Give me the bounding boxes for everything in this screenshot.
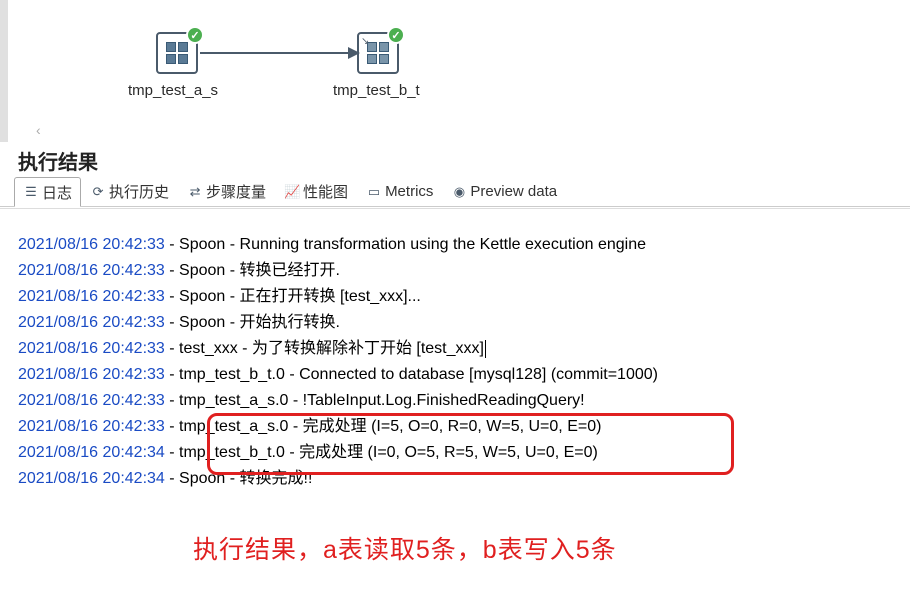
log-line: 2021/08/16 20:42:33 - tmp_test_a_s.0 - !… — [18, 388, 892, 414]
tab-label: 步骤度量 — [206, 181, 266, 202]
tab-step-metrics[interactable]: ⇄ 步骤度量 — [178, 177, 275, 206]
history-icon: ⟳ — [90, 184, 106, 200]
log-output[interactable]: 2021/08/16 20:42:33 - Spoon - Running tr… — [0, 230, 910, 494]
hop-line[interactable] — [200, 52, 355, 54]
log-toolbar — [0, 208, 910, 230]
tab-log[interactable]: ☰ 日志 — [14, 177, 81, 207]
log-line: 2021/08/16 20:42:33 - test_xxx - 为了转换解除补… — [18, 336, 892, 362]
annotation-text: 执行结果，a表读取5条，b表写入5条 — [193, 530, 617, 566]
hop-arrow-icon — [348, 47, 360, 59]
scroll-left-icon[interactable]: ‹ — [36, 122, 41, 138]
table-input-icon — [166, 42, 188, 64]
tab-label: Preview data — [470, 183, 557, 200]
log-line: 2021/08/16 20:42:34 - Spoon - 转换完成!! — [18, 466, 892, 492]
perf-chart-icon: 📈 — [284, 184, 300, 200]
log-line: 2021/08/16 20:42:33 - Spoon - 转换已经打开. — [18, 258, 892, 284]
step-metrics-icon: ⇄ — [187, 184, 203, 200]
transformation-canvas[interactable]: ✓ ↘ ✓ tmp_test_a_s tmp_test_b_t ‹ — [0, 0, 910, 142]
metrics-icon: ▭ — [366, 184, 382, 200]
preview-icon: ◉ — [451, 184, 467, 200]
text-cursor — [485, 340, 486, 358]
tab-performance[interactable]: 📈 性能图 — [275, 177, 357, 206]
success-badge-icon: ✓ — [186, 26, 204, 44]
tab-label: 日志 — [42, 182, 72, 203]
input-arrow-icon: ↘ — [361, 36, 369, 47]
tab-preview-data[interactable]: ◉ Preview data — [442, 177, 566, 206]
tab-metrics[interactable]: ▭ Metrics — [357, 177, 442, 206]
log-line: 2021/08/16 20:42:33 - Spoon - 开始执行转换. — [18, 310, 892, 336]
step-node-source[interactable]: ✓ — [156, 32, 198, 74]
tab-history[interactable]: ⟳ 执行历史 — [81, 177, 178, 206]
results-panel-title: 执行结果 — [0, 142, 910, 177]
tab-label: 执行历史 — [109, 181, 169, 202]
tab-label: Metrics — [385, 183, 433, 200]
log-line: 2021/08/16 20:42:33 - tmp_test_a_s.0 - 完… — [18, 414, 892, 440]
step-label-source: tmp_test_a_s — [128, 82, 218, 99]
step-node-target[interactable]: ↘ ✓ — [357, 32, 399, 74]
log-icon: ☰ — [23, 184, 39, 200]
log-line: 2021/08/16 20:42:34 - tmp_test_b_t.0 - 完… — [18, 440, 892, 466]
success-badge-icon: ✓ — [387, 26, 405, 44]
log-line: 2021/08/16 20:42:33 - Spoon - 正在打开转换 [te… — [18, 284, 892, 310]
step-label-target: tmp_test_b_t — [333, 82, 420, 99]
log-line: 2021/08/16 20:42:33 - Spoon - Running tr… — [18, 232, 892, 258]
results-tabs: ☰ 日志 ⟳ 执行历史 ⇄ 步骤度量 📈 性能图 ▭ Metrics ◉ Pre… — [0, 177, 910, 207]
tab-label: 性能图 — [303, 181, 348, 202]
table-output-icon — [367, 42, 389, 64]
log-line: 2021/08/16 20:42:33 - tmp_test_b_t.0 - C… — [18, 362, 892, 388]
